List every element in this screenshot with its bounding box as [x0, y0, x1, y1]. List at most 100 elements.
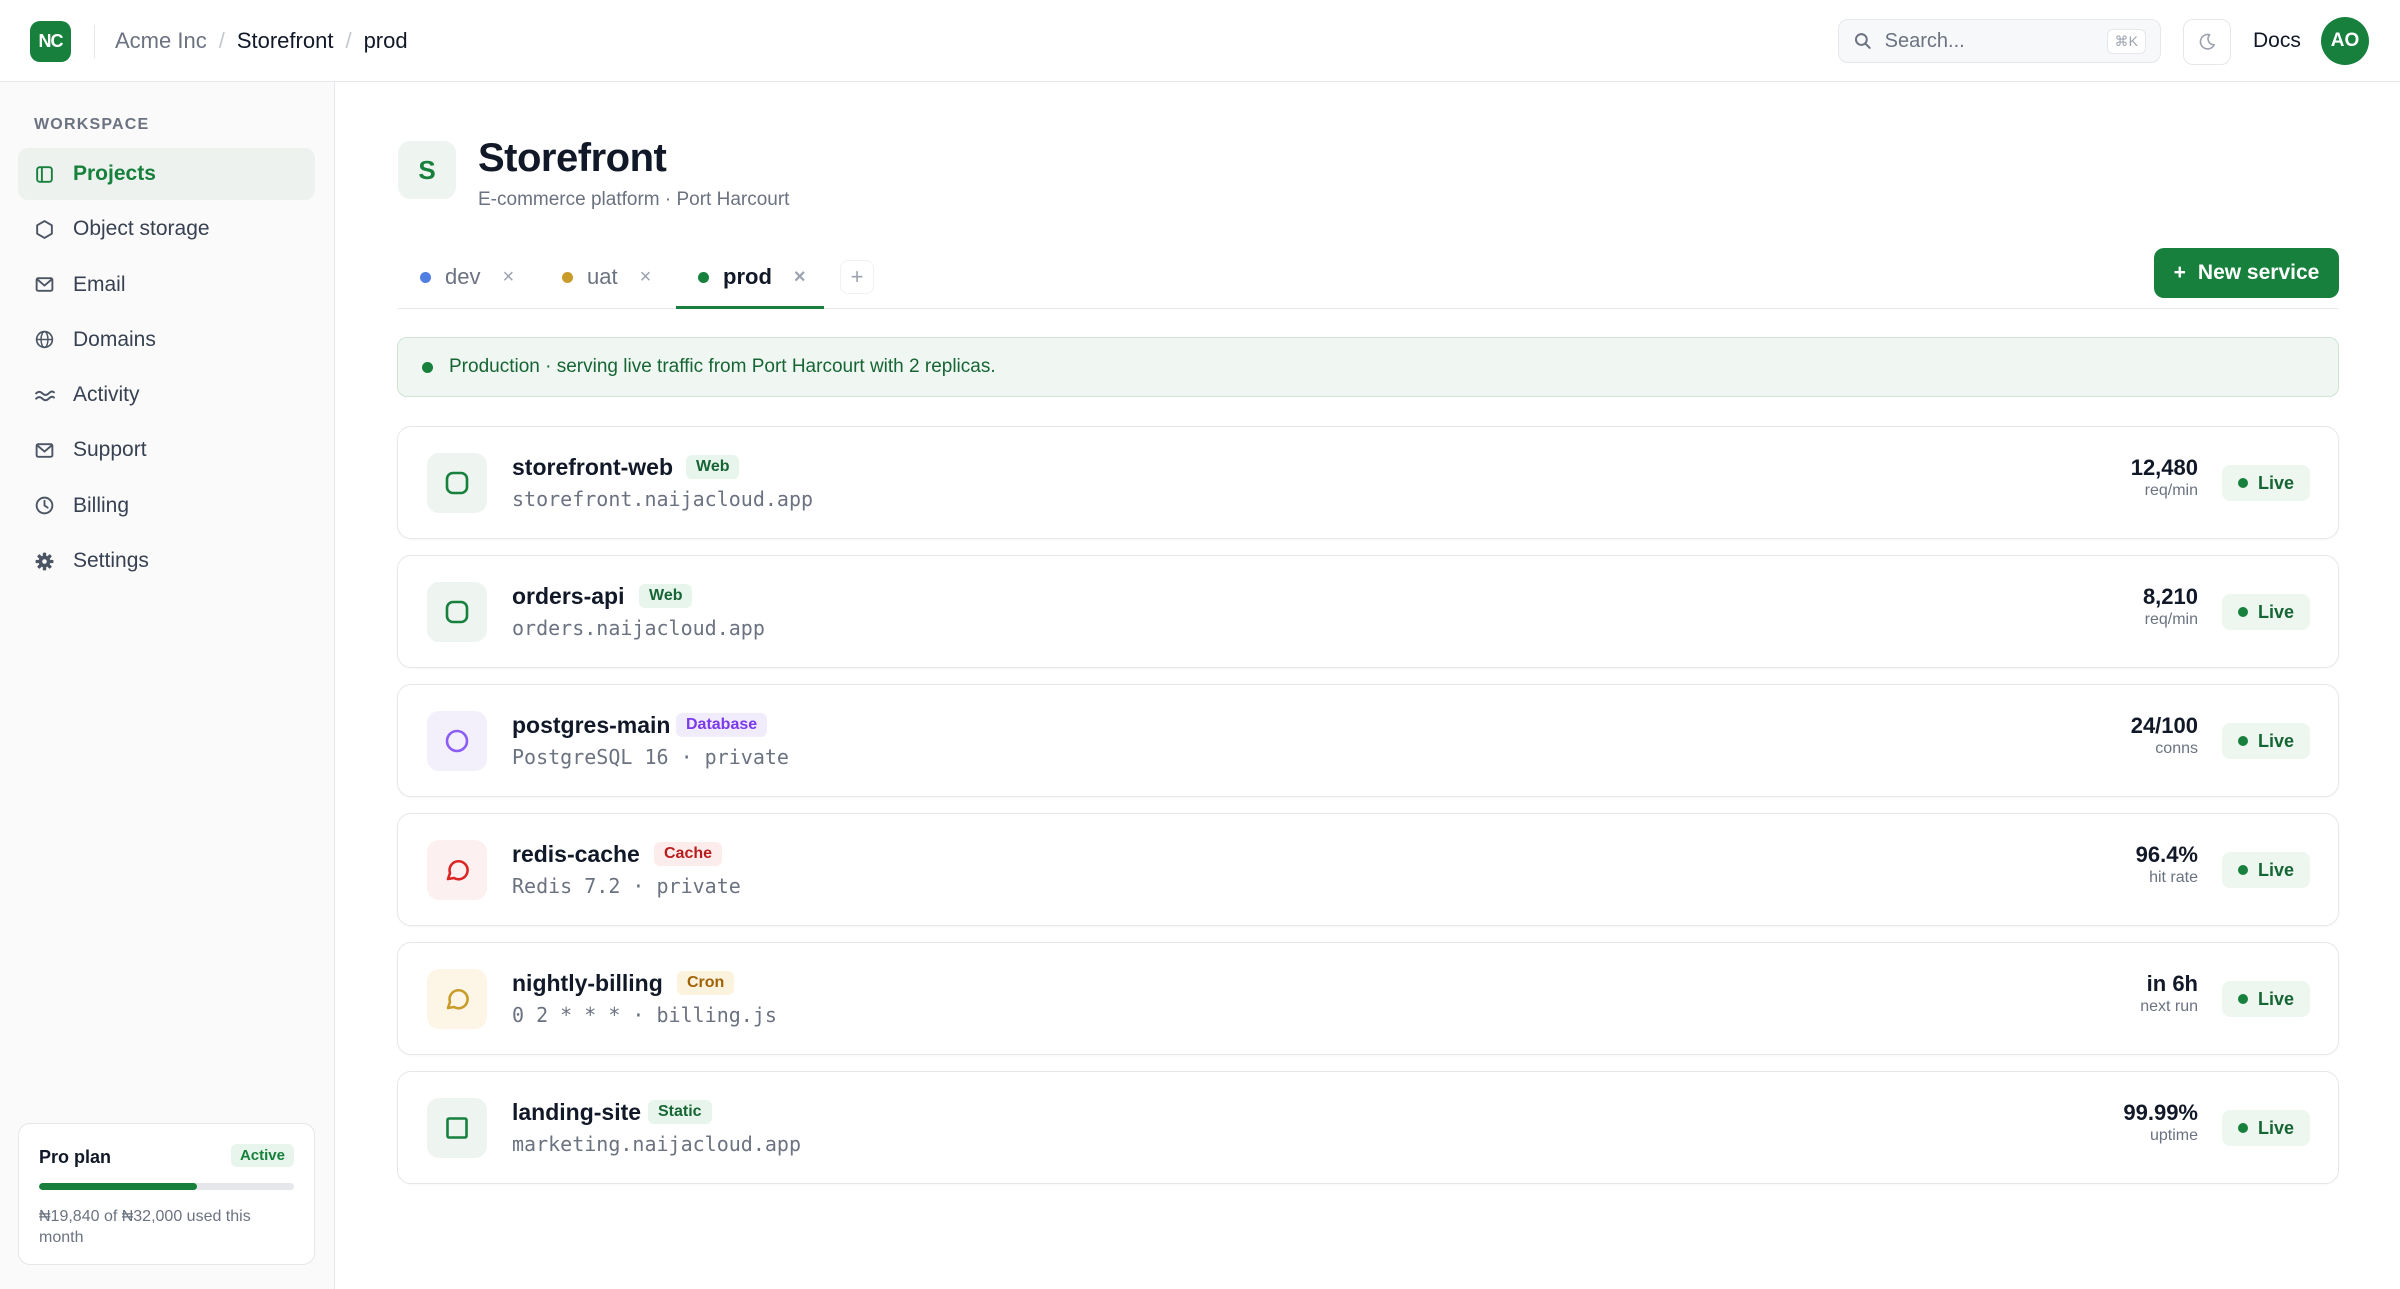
close-icon[interactable]: ×: [640, 266, 652, 289]
service-type-badge: Cache: [654, 842, 723, 866]
service-metric: 99.99% uptime: [2123, 1100, 2198, 1145]
service-type-badge: Static: [648, 1100, 712, 1124]
status-dot: [422, 361, 433, 373]
sidebar-item-support[interactable]: Support: [18, 424, 315, 476]
sidebar-item-projects[interactable]: Projects: [18, 148, 315, 200]
status-dot: [2237, 478, 2248, 488]
page-subtitle: E-commerce platform · Port Harcourt: [478, 189, 790, 210]
breadcrumb-separator: /: [218, 28, 225, 53]
service-metric: 12,480 req/min: [2131, 455, 2198, 500]
add-environment-button[interactable]: +: [840, 260, 874, 294]
service-card-nightly-billing[interactable]: nightly-billing Cron 0 2 * * * · billing…: [397, 942, 2339, 1055]
status-badge: Live: [2221, 723, 2310, 759]
metric-unit: req/min: [2144, 611, 2198, 628]
status-badge: Live: [2221, 852, 2310, 888]
status-dot: [698, 271, 709, 283]
web-service-icon: [427, 582, 487, 642]
environment-tabs: dev × uat × prod ×: [398, 245, 2338, 309]
service-name: landing-site: [512, 1099, 642, 1125]
clock-icon: [35, 496, 54, 515]
tab-uat[interactable]: uat ×: [562, 245, 651, 309]
metric-unit: hit rate: [2149, 869, 2198, 886]
plan-usage-text: ₦19,840 of ₦32,000 used this month: [39, 1208, 251, 1246]
logo[interactable]: NC: [30, 21, 71, 62]
service-card-storefront-web[interactable]: storefront-web Web storefront.naijacloud…: [397, 426, 2339, 539]
service-metric: 8,210 req/min: [2143, 584, 2198, 629]
search-input[interactable]: [1884, 29, 2095, 53]
service-card-redis-cache[interactable]: redis-cache Cache Redis 7.2 · private 96…: [397, 813, 2339, 926]
tab-label: uat: [587, 264, 618, 289]
sidebar-item-billing[interactable]: Billing: [18, 480, 315, 532]
metric-unit: next run: [2140, 998, 2198, 1015]
status-label: Live: [2257, 472, 2294, 493]
cache-icon: [427, 840, 487, 900]
plan-card[interactable]: Pro plan Active ₦19,840 of ₦32,000 used …: [18, 1123, 315, 1265]
service-type-badge: Database: [676, 713, 768, 737]
metric-value: 96.4%: [2135, 842, 2198, 867]
service-host: PostgreSQL 16 · private: [512, 745, 789, 769]
search-shortcut: ⌘K: [2106, 28, 2146, 54]
status-label: Live: [2257, 1117, 2294, 1138]
moon-icon: [2199, 33, 2216, 50]
status-label: Live: [2257, 730, 2294, 751]
tab-prod[interactable]: prod ×: [698, 245, 806, 309]
sidebar-item-email[interactable]: Email: [18, 259, 315, 311]
project-avatar: S: [398, 141, 456, 199]
tab-dev[interactable]: dev ×: [420, 245, 514, 309]
sidebar-item-domains[interactable]: Domains: [18, 314, 315, 366]
breadcrumb-org[interactable]: Acme Inc: [115, 28, 207, 54]
status-label: Live: [2257, 988, 2294, 1009]
wave-icon: [35, 390, 55, 401]
service-host: storefront.naijacloud.app: [512, 487, 814, 511]
status-dot: [2237, 865, 2248, 875]
metric-value: 99.99%: [2123, 1100, 2198, 1125]
mail-icon: [35, 443, 54, 458]
metric-unit: conns: [2155, 740, 2198, 757]
status-badge: Live: [2221, 465, 2310, 501]
service-card-landing-site[interactable]: landing-site Static marketing.naijacloud…: [397, 1071, 2339, 1184]
metric-value: 24/100: [2130, 713, 2198, 738]
service-type-badge: Cron: [677, 971, 735, 995]
service-metric: 96.4% hit rate: [2136, 842, 2198, 887]
metric-value: 12,480: [2130, 455, 2198, 480]
search-box[interactable]: ⌘K: [1838, 19, 2161, 63]
close-icon[interactable]: ×: [502, 266, 514, 289]
breadcrumb: Acme Inc / Storefront / prod: [115, 0, 408, 82]
sidebar-item-label: Domains: [73, 327, 156, 351]
database-icon: [427, 711, 487, 771]
service-metric: in 6h next run: [2140, 971, 2198, 1016]
plan-name: Pro plan: [39, 1147, 112, 1167]
breadcrumb-project[interactable]: Storefront: [237, 28, 334, 54]
status-dot: [2237, 1123, 2248, 1133]
docs-link[interactable]: Docs: [2253, 0, 2301, 82]
web-service-icon: [427, 453, 487, 513]
top-bar: NC Acme Inc / Storefront / prod ⌘K Docs …: [0, 0, 2400, 82]
sidebar-item-label: Email: [73, 272, 126, 296]
hexagon-icon: [36, 219, 53, 239]
new-service-button[interactable]: + New service: [2154, 248, 2339, 298]
service-name: nightly-billing: [512, 970, 663, 996]
banner-text: Production · serving live traffic from P…: [449, 356, 996, 377]
plan-usage-fill: [39, 1183, 198, 1190]
status-badge: Live: [2221, 1110, 2310, 1146]
service-type-badge: Web: [686, 455, 740, 479]
status-dot: [2237, 736, 2248, 746]
breadcrumb-env[interactable]: prod: [364, 28, 408, 54]
theme-toggle-button[interactable]: [2183, 19, 2231, 65]
sidebar-item-label: Support: [73, 438, 147, 462]
divider: [94, 25, 95, 58]
new-service-label: New service: [2197, 261, 2320, 284]
breadcrumb-separator: /: [345, 28, 352, 53]
close-icon[interactable]: ×: [794, 266, 806, 289]
avatar[interactable]: AO: [2321, 17, 2369, 65]
service-card-orders-api[interactable]: orders-api Web orders.naijacloud.app 8,2…: [397, 555, 2339, 668]
service-name: storefront-web: [512, 454, 673, 480]
service-host: Redis 7.2 · private: [512, 874, 741, 898]
service-card-postgres-main[interactable]: postgres-main Database PostgreSQL 16 · p…: [397, 684, 2339, 797]
sidebar-item-object-storage[interactable]: Object storage: [18, 203, 315, 255]
plan-status-badge: Active: [230, 1144, 294, 1167]
sidebar-item-settings[interactable]: Settings: [18, 535, 315, 587]
service-type-badge: Web: [639, 584, 693, 608]
sidebar-item-label: Billing: [73, 493, 130, 517]
sidebar-item-activity[interactable]: Activity: [18, 369, 315, 421]
